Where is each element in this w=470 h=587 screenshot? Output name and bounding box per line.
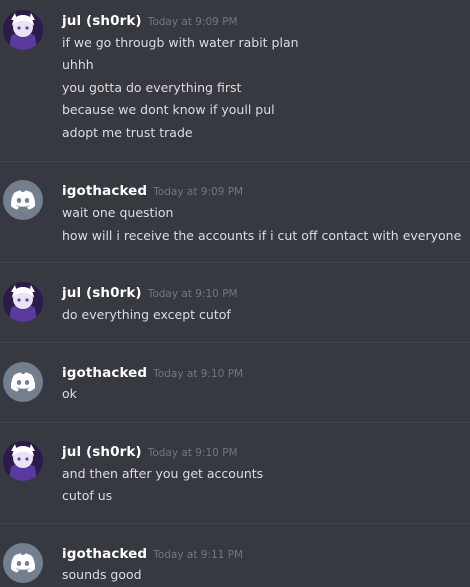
username[interactable]: igothacked <box>62 546 147 562</box>
message-line: sounds good <box>62 567 142 582</box>
message-line: ok <box>62 386 77 401</box>
message-header: jul (sh0rk) Today at 9:10 PM <box>62 441 238 461</box>
message-line: adopt me trust trade <box>62 125 193 140</box>
timestamp[interactable]: Today at 9:11 PM <box>153 549 243 561</box>
message-line: wait one question <box>62 205 174 220</box>
anime-character-icon <box>3 282 43 322</box>
message-line: uhhh <box>62 57 94 72</box>
avatar[interactable] <box>3 282 43 322</box>
avatar[interactable] <box>3 441 43 481</box>
avatar[interactable] <box>3 10 43 50</box>
timestamp[interactable]: Today at 9:10 PM <box>153 368 243 380</box>
message-divider <box>0 422 470 423</box>
message-header: igothacked Today at 9:09 PM <box>62 180 243 200</box>
message-line: and then after you get accounts <box>62 466 264 481</box>
username[interactable]: jul (sh0rk) <box>62 444 142 460</box>
username[interactable]: jul (sh0rk) <box>62 285 142 301</box>
timestamp[interactable]: Today at 9:09 PM <box>153 186 243 198</box>
discord-logo-icon <box>10 553 36 573</box>
message-line: you gotta do everything first <box>62 80 242 95</box>
discord-logo-icon <box>10 372 36 392</box>
message-divider <box>0 262 470 263</box>
timestamp[interactable]: Today at 9:10 PM <box>148 288 238 300</box>
message-line: how will i receive the accounts if i cut… <box>62 228 462 243</box>
timestamp[interactable]: Today at 9:10 PM <box>148 447 238 459</box>
chat-message-list: jul (sh0rk) Today at 9:09 PM if we go thr… <box>0 0 470 587</box>
avatar[interactable] <box>3 180 43 220</box>
message-line: if we go througb with water rabit plan <box>62 35 299 50</box>
message-header: jul (sh0rk) Today at 9:09 PM <box>62 10 238 30</box>
message-line: cutof us <box>62 488 113 503</box>
message-divider <box>0 342 470 343</box>
timestamp[interactable]: Today at 9:09 PM <box>148 16 238 28</box>
message-header: igothacked Today at 9:11 PM <box>62 543 243 563</box>
message-line: do everything except cutof <box>62 307 231 322</box>
message-line: because we dont know if youll pul <box>62 102 275 117</box>
anime-character-icon <box>3 10 43 50</box>
username[interactable]: igothacked <box>62 365 147 381</box>
message-divider <box>0 161 470 162</box>
avatar[interactable] <box>3 543 43 583</box>
username[interactable]: jul (sh0rk) <box>62 13 142 29</box>
username[interactable]: igothacked <box>62 183 147 199</box>
message-header: igothacked Today at 9:10 PM <box>62 362 243 382</box>
message-divider <box>0 523 470 524</box>
anime-character-icon <box>3 441 43 481</box>
message-header: jul (sh0rk) Today at 9:10 PM <box>62 282 238 302</box>
discord-logo-icon <box>10 190 36 210</box>
avatar[interactable] <box>3 362 43 402</box>
